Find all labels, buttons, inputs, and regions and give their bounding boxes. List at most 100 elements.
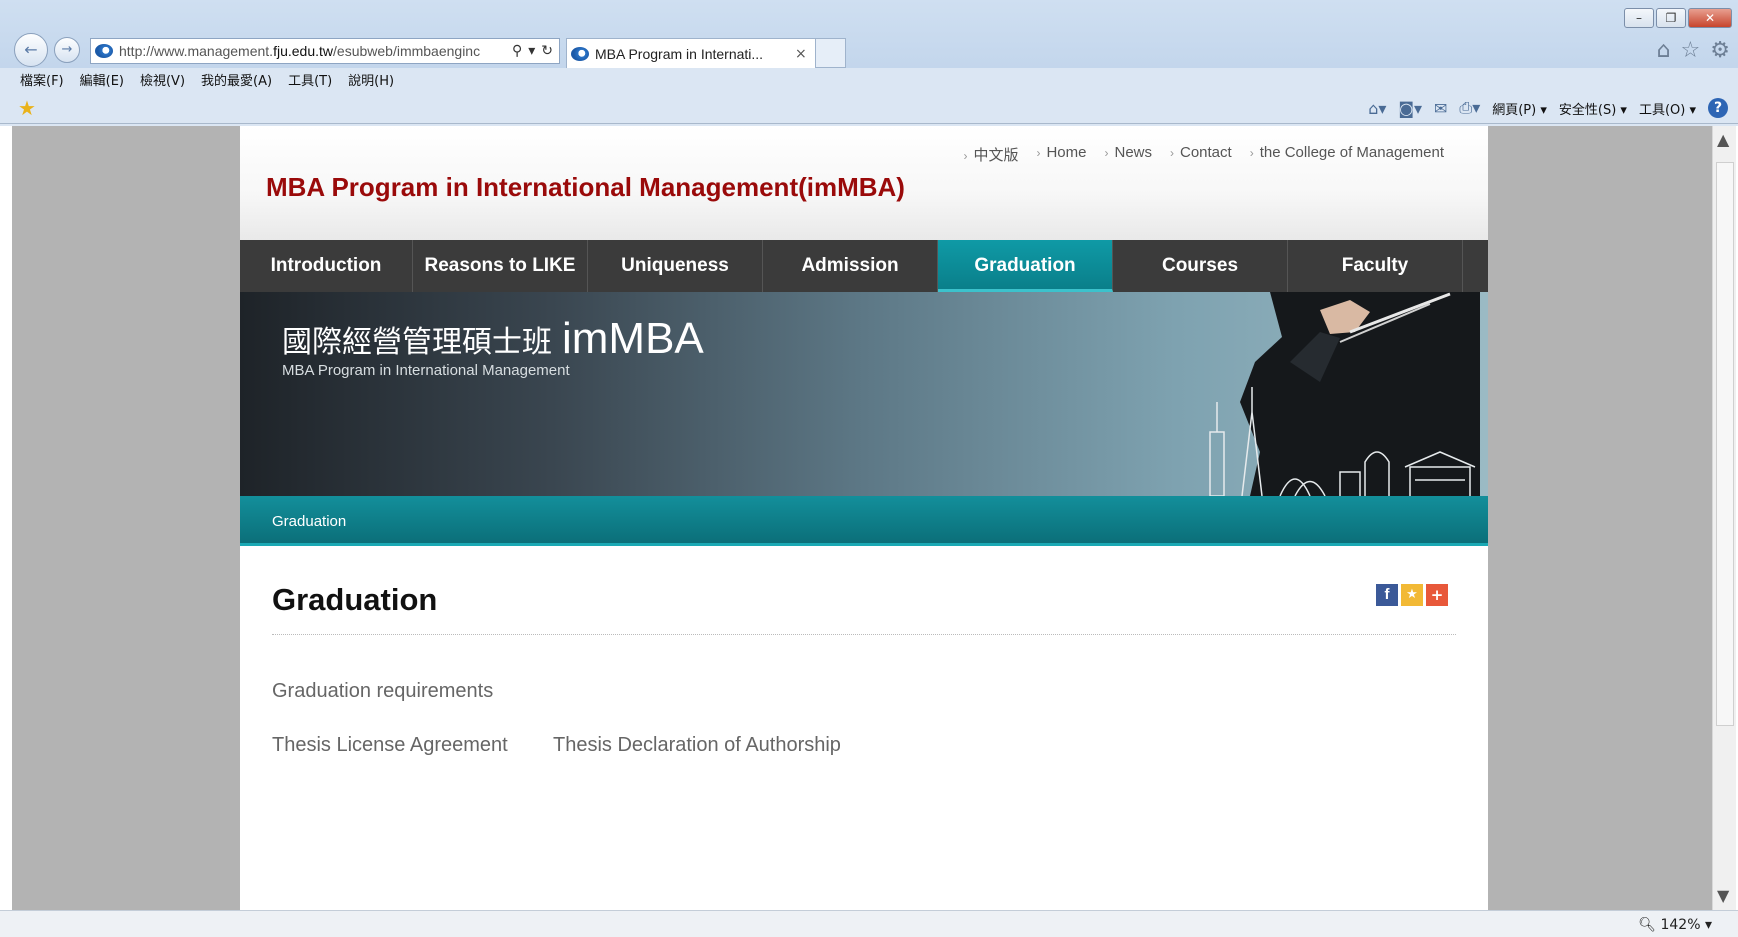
link-thesis-declaration[interactable]: Thesis Declaration of Authorship [553, 734, 841, 757]
favorites-bar: ★ ⌂▾ ◙▾ ✉ ⎙▾ 網頁(P) ▾ 安全性(S) ▾ 工具(O) ▾ ? [0, 94, 1738, 124]
vertical-scrollbar[interactable]: ▲ ▼ [1712, 126, 1736, 910]
businessman-skyline-illustration [1209, 292, 1480, 496]
safety-menu[interactable]: 安全性(S) ▾ [1559, 99, 1627, 118]
home-page-icon[interactable]: ⌂▾ [1368, 99, 1386, 118]
url-domain: fju.edu.tw [273, 43, 334, 59]
chevron-right-icon: › [1104, 146, 1109, 160]
command-bar: ⌂▾ ◙▾ ✉ ⎙▾ 網頁(P) ▾ 安全性(S) ▾ 工具(O) ▾ ? [1368, 98, 1728, 118]
status-bar: 🔍︎ 142% ▾ [0, 910, 1738, 937]
scroll-up-icon[interactable]: ▲ [1717, 130, 1729, 149]
facebook-icon[interactable]: f [1376, 584, 1398, 606]
toplink-college[interactable]: › the College of Management [1250, 144, 1444, 165]
forward-button[interactable]: → [54, 37, 80, 63]
nav-graduation[interactable]: Graduation [938, 240, 1113, 292]
home-icon[interactable]: ⌂ [1657, 38, 1671, 63]
toplink-label: Home [1046, 144, 1087, 161]
page-title: Graduation [272, 582, 438, 617]
tab-close-icon[interactable]: × [795, 46, 815, 62]
url-text[interactable]: http://www.management.fju.edu.tw/esubweb… [119, 43, 506, 59]
scroll-down-icon[interactable]: ▼ [1717, 886, 1729, 905]
menu-tools[interactable]: 工具(T) [288, 70, 332, 92]
nav-courses[interactable]: Courses [1113, 240, 1288, 292]
new-tab-button[interactable] [816, 38, 846, 68]
nav-admission[interactable]: Admission [763, 240, 938, 292]
help-icon[interactable]: ? [1708, 98, 1728, 118]
web-page: MBA Program in International Management(… [240, 126, 1488, 910]
menu-view[interactable]: 檢視(V) [140, 70, 185, 92]
title-divider [272, 634, 1456, 635]
window-controls: – ❐ ✕ [1624, 8, 1732, 28]
toplink-chinese[interactable]: › 中文版 [963, 144, 1018, 165]
menu-edit[interactable]: 編輯(E) [80, 70, 124, 92]
back-button[interactable]: ← [14, 33, 48, 67]
menu-favorites[interactable]: 我的最愛(A) [201, 70, 272, 92]
minimize-button[interactable]: – [1624, 8, 1654, 28]
toplink-label: Contact [1180, 144, 1232, 161]
toplink-contact[interactable]: › Contact [1170, 144, 1232, 165]
url-prefix: http://www.management. [119, 43, 274, 59]
address-tools: ⚲ ▾ ↻ [506, 43, 559, 59]
breadcrumb[interactable]: Graduation [272, 513, 346, 530]
zoom-level[interactable]: 🔍︎ 142% ▾ [1638, 917, 1712, 933]
nav-introduction[interactable]: Introduction [240, 240, 413, 292]
banner-title-english: imMBA [562, 314, 704, 363]
page-menu[interactable]: 網頁(P) ▾ [1492, 99, 1547, 118]
close-window-button[interactable]: ✕ [1688, 8, 1732, 28]
restore-button[interactable]: ❐ [1656, 8, 1686, 28]
chevron-right-icon: › [1249, 146, 1254, 160]
browser-tab[interactable]: MBA Program in Internati... × [566, 38, 816, 68]
menu-bar: 檔案(F) 編輯(E) 檢視(V) 我的最愛(A) 工具(T) 說明(H) [0, 70, 394, 92]
page-viewport: MBA Program in International Management(… [12, 126, 1712, 910]
main-navigation: Introduction Reasons to LIKE Uniqueness … [240, 240, 1488, 292]
banner-subtitle: MBA Program in International Management [282, 362, 570, 379]
toplink-home[interactable]: › Home [1036, 144, 1086, 165]
nav-reasons-to-like[interactable]: Reasons to LIKE [413, 240, 588, 292]
menu-file[interactable]: 檔案(F) [20, 70, 64, 92]
nav-uniqueness[interactable]: Uniqueness [588, 240, 763, 292]
add-favorites-icon[interactable]: ★ [18, 96, 36, 120]
refresh-icon[interactable]: ↻ [541, 43, 553, 59]
back-icon: ← [24, 40, 38, 59]
browser-right-icons: ⌂ ☆ ⚙ [1657, 38, 1730, 63]
zoom-value: 142% [1660, 917, 1701, 933]
menu-help[interactable]: 說明(H) [348, 70, 394, 92]
address-bar[interactable]: http://www.management.fju.edu.tw/esubweb… [90, 38, 560, 64]
browser-chrome: – ❐ ✕ ← → http://www.management.fju.edu.… [0, 0, 1738, 126]
chevron-right-icon: › [963, 149, 968, 163]
plus-share-icon[interactable]: + [1426, 584, 1448, 606]
site-favicon-icon [95, 44, 113, 58]
rss-icon[interactable]: ◙▾ [1398, 99, 1422, 118]
top-links: › 中文版 › Home › News › Contact › the College o… [963, 144, 1444, 165]
banner-title: 國際經營管理碩士班 imMBA [282, 314, 704, 364]
scrollbar-thumb[interactable] [1716, 162, 1734, 726]
favorites-star-icon[interactable]: ☆ [1681, 38, 1701, 63]
share-toolbar: f ★ + [1376, 584, 1448, 606]
zoom-icon: 🔍︎ [1638, 917, 1661, 933]
title-bar: – ❐ ✕ ← → http://www.management.fju.edu.… [0, 0, 1738, 68]
search-icon[interactable]: ⚲ [512, 43, 522, 59]
toplink-label: the College of Management [1259, 144, 1444, 161]
hero-banner: 國際經營管理碩士班 imMBA MBA Program in Internatio… [240, 292, 1488, 496]
print-icon[interactable]: ⎙▾ [1459, 98, 1480, 118]
link-thesis-license-agreement[interactable]: Thesis License Agreement [272, 734, 508, 757]
mail-icon[interactable]: ✉ [1434, 99, 1447, 118]
tab-favicon-icon [571, 46, 589, 61]
breadcrumb-bar: Graduation [240, 496, 1488, 546]
nav-faculty[interactable]: Faculty [1288, 240, 1463, 292]
site-title[interactable]: MBA Program in International Management(… [266, 172, 905, 203]
site-header: MBA Program in International Management(… [240, 126, 1488, 240]
toplink-news[interactable]: › News [1104, 144, 1152, 165]
chevron-right-icon: › [1036, 146, 1041, 160]
dropdown-arrow-icon[interactable]: ▾ [528, 43, 535, 59]
settings-gear-icon[interactable]: ⚙ [1710, 38, 1730, 63]
toplink-label: 中文版 [973, 147, 1019, 164]
tab-title: MBA Program in Internati... [595, 45, 764, 62]
banner-title-chinese: 國際經營管理碩士班 [282, 325, 552, 360]
chevron-right-icon: › [1170, 146, 1174, 160]
bookmark-star-icon[interactable]: ★ [1401, 584, 1423, 606]
tools-menu[interactable]: 工具(O) ▾ [1639, 99, 1696, 118]
forward-icon: → [61, 42, 73, 57]
url-suffix: /esubweb/immbaenginc [333, 43, 481, 59]
link-graduation-requirements[interactable]: Graduation requirements [272, 680, 493, 703]
toplink-label: News [1114, 144, 1152, 161]
